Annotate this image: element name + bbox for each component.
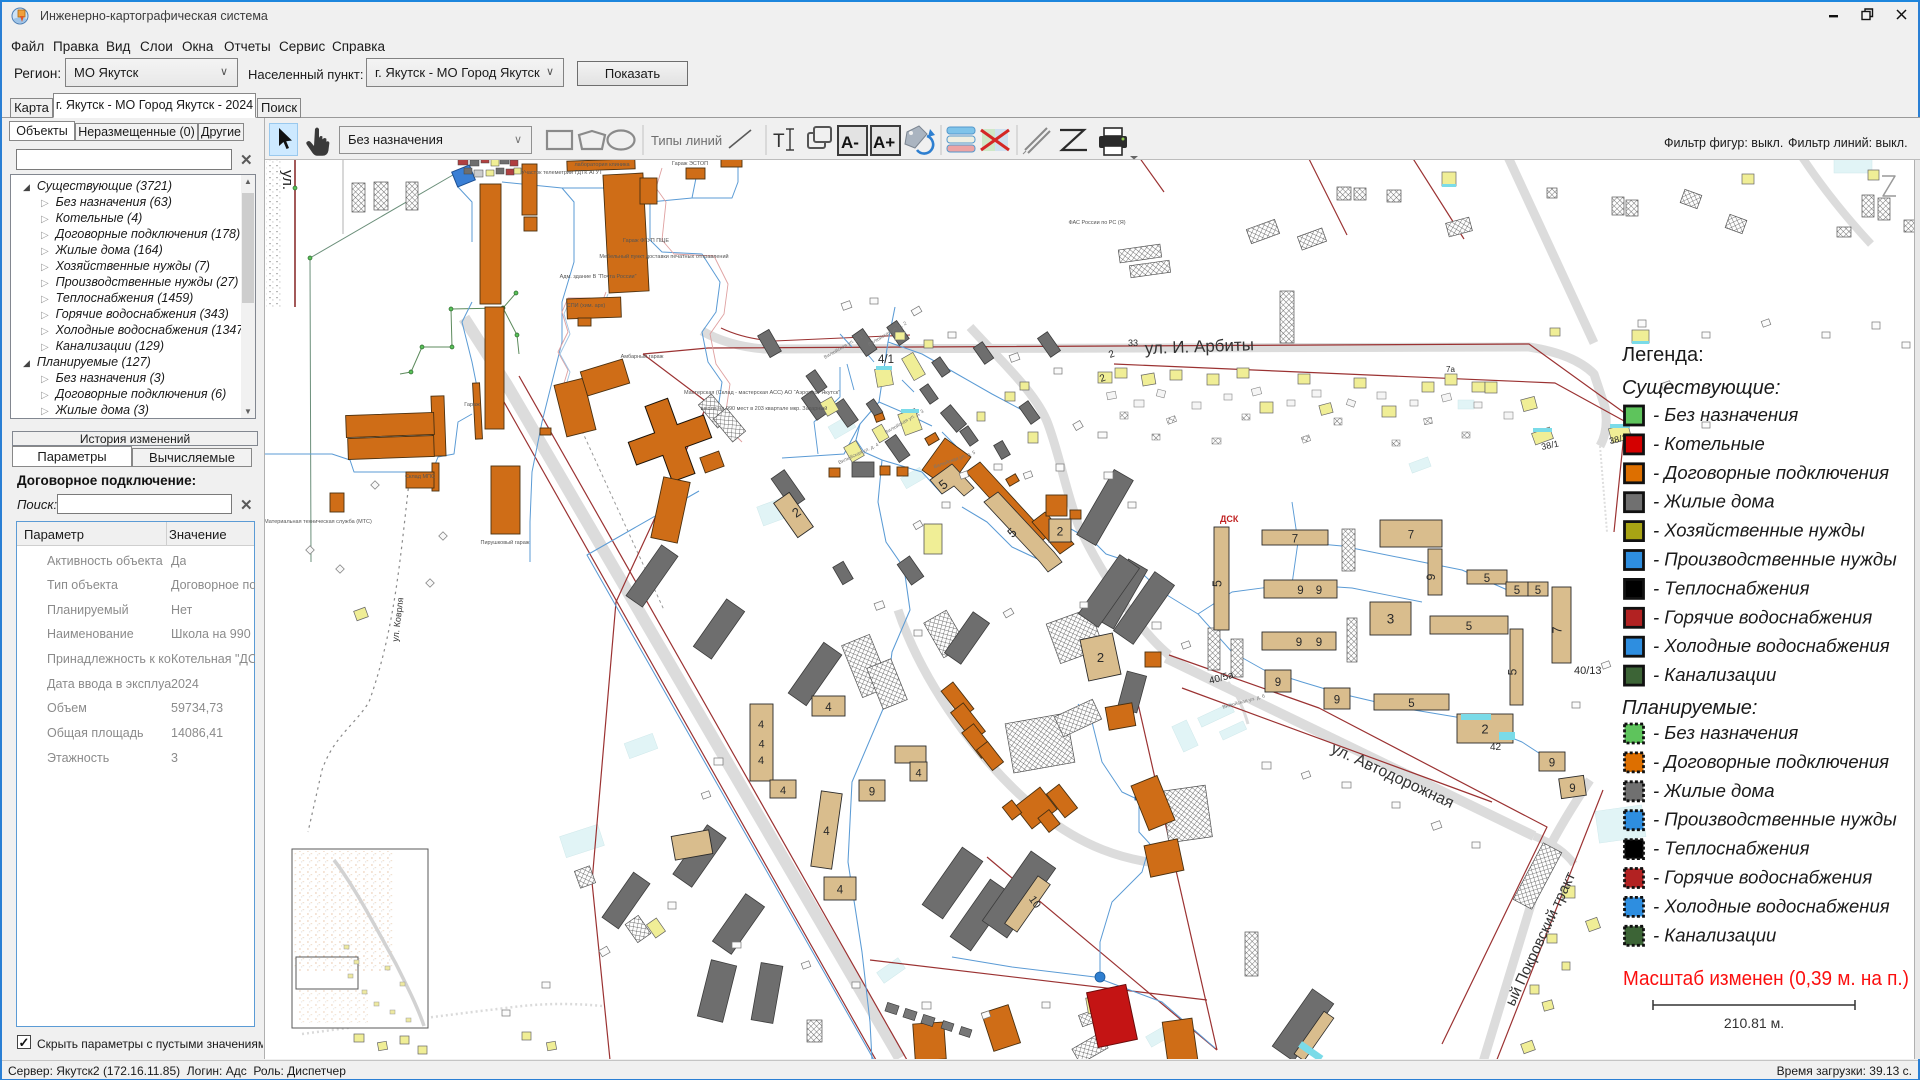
svg-text:- Хозяйственные нужды: - Хозяйственные нужды <box>1653 520 1865 541</box>
svg-text:4: 4 <box>758 755 764 767</box>
svg-text:4: 4 <box>758 739 764 751</box>
svg-text:- Канализации: - Канализации <box>1653 664 1776 685</box>
svg-text:- Котельные: - Котельные <box>1653 433 1765 454</box>
svg-text:ДСК: ДСК <box>1220 514 1239 524</box>
svg-text:5: 5 <box>1408 698 1414 710</box>
svg-text:2: 2 <box>1481 722 1488 737</box>
svg-text:210.81 м.: 210.81 м. <box>1724 1015 1784 1031</box>
svg-text:- Теплоснабжения: - Теплоснабжения <box>1653 577 1810 598</box>
svg-text:7: 7 <box>1551 626 1565 633</box>
svg-text:Склад МПС: Склад МПС <box>405 474 435 480</box>
svg-text:9: 9 <box>1549 758 1555 770</box>
svg-text:9: 9 <box>1569 783 1575 795</box>
svg-text:9: 9 <box>1424 573 1438 580</box>
svg-text:Участок телеметрии ГДТК АГУТ: Участок телеметрии ГДТК АГУТ <box>521 170 603 176</box>
svg-text:5: 5 <box>1466 621 1472 633</box>
svg-text:- Производственные нужды: - Производственные нужды <box>1653 549 1897 570</box>
svg-text:- Горячие водоснабжения: - Горячие водоснабжения <box>1653 606 1872 627</box>
svg-text:- Договорные подключения: - Договорные подключения <box>1653 462 1889 483</box>
svg-text:- Без назначения: - Без назначения <box>1653 722 1798 743</box>
svg-text:42: 42 <box>1490 742 1502 753</box>
svg-text:Материальная техническая служб: Материальная техническая служба (МТС) <box>265 519 372 525</box>
svg-text:- Канализации: - Канализации <box>1653 924 1776 945</box>
svg-text:- Договорные подключения: - Договорные подключения <box>1653 751 1889 772</box>
svg-text:Легенда:: Легенда: <box>1622 344 1704 366</box>
svg-text:- Горячие водоснабжения: - Горячие водоснабжения <box>1653 867 1872 888</box>
svg-text:A+: A+ <box>873 133 895 152</box>
svg-text:4: 4 <box>837 885 844 897</box>
svg-text:2: 2 <box>1057 525 1064 539</box>
svg-text:Гараж: Гараж <box>464 402 480 408</box>
svg-text:ул. И. Арбиты: ул. И. Арбиты <box>1144 335 1254 358</box>
svg-text:A-: A- <box>841 133 859 152</box>
svg-text:5: 5 <box>1484 573 1490 585</box>
svg-text:5: 5 <box>1514 585 1520 597</box>
svg-text:Амбарный гараж: Амбарный гараж <box>621 353 664 360</box>
svg-text:9: 9 <box>1296 637 1302 649</box>
svg-text:2: 2 <box>1097 650 1104 665</box>
svg-text:Существующие:: Существующие: <box>1622 377 1780 399</box>
svg-text:Пирушковый гараж: Пирушковый гараж <box>481 539 530 546</box>
svg-text:- Холодные водоснабжения: - Холодные водоснабжения <box>1653 635 1890 656</box>
svg-text:9: 9 <box>1334 695 1340 707</box>
svg-text:4: 4 <box>758 719 764 731</box>
svg-text:4: 4 <box>823 826 830 838</box>
svg-text:9: 9 <box>1316 585 1322 597</box>
svg-text:7а: 7а <box>1446 365 1455 374</box>
svg-text:T: T <box>773 131 785 152</box>
svg-text:Мастерская (Склад - мастерская: Мастерская (Склад - мастерская АСС) АО “… <box>684 390 840 396</box>
svg-text:Мебельный пункт доставки печат: Мебельный пункт доставки печатных отправ… <box>599 253 728 260</box>
svg-text:9: 9 <box>869 787 875 799</box>
svg-text:4: 4 <box>780 785 786 797</box>
svg-text:лаборатория клиника: лаборатория клиника <box>574 162 630 168</box>
svg-text:5: 5 <box>1535 585 1541 597</box>
svg-text:7: 7 <box>1292 534 1298 546</box>
svg-text:9: 9 <box>1275 677 1281 689</box>
svg-text:СПИ (хим. арх): СПИ (хим. арх) <box>567 303 606 309</box>
svg-text:Типы линий: Типы линий <box>651 133 722 148</box>
svg-text:9: 9 <box>1316 637 1322 649</box>
svg-text:Масштаб изменен (0,39 м. на п.: Масштаб изменен (0,39 м. на п.) <box>1623 968 1909 990</box>
svg-text:- Холодные водоснабжения: - Холодные водоснабжения <box>1653 895 1890 916</box>
svg-text:Адм. здание В “Почта России”: Адм. здание В “Почта России” <box>560 274 637 280</box>
svg-text:9: 9 <box>1297 585 1303 597</box>
svg-text:школа на 990 мест в 203 кварта: школа на 990 мест в 203 квартале мкр. За… <box>701 405 828 412</box>
svg-text:4: 4 <box>825 702 832 714</box>
svg-text:7: 7 <box>1408 530 1414 542</box>
svg-text:40/13: 40/13 <box>1574 665 1602 677</box>
svg-text:- Производственные нужды: - Производственные нужды <box>1653 809 1897 830</box>
svg-text:4: 4 <box>915 768 921 780</box>
svg-text:Гараж ФГУП ПЩЕ: Гараж ФГУП ПЩЕ <box>623 238 669 244</box>
svg-text:3: 3 <box>1387 612 1395 627</box>
svg-text:- Теплоснабжения: - Теплоснабжения <box>1653 838 1810 859</box>
svg-text:Гараж ЭСТОП: Гараж ЭСТОП <box>672 161 708 167</box>
svg-text:- Без назначения: - Без назначения <box>1653 404 1798 425</box>
svg-text:- Жилые дома: - Жилые дома <box>1653 491 1775 512</box>
svg-text:4/1: 4/1 <box>878 354 894 366</box>
svg-text:Планируемые:: Планируемые: <box>1622 697 1758 719</box>
svg-text:ФАС России по РС (Я): ФАС России по РС (Я) <box>1068 220 1125 226</box>
svg-text:- Жилые дома: - Жилые дома <box>1653 780 1775 801</box>
svg-text:5: 5 <box>1211 580 1225 587</box>
svg-text:33: 33 <box>1128 338 1138 348</box>
svg-text:5: 5 <box>1506 668 1520 675</box>
